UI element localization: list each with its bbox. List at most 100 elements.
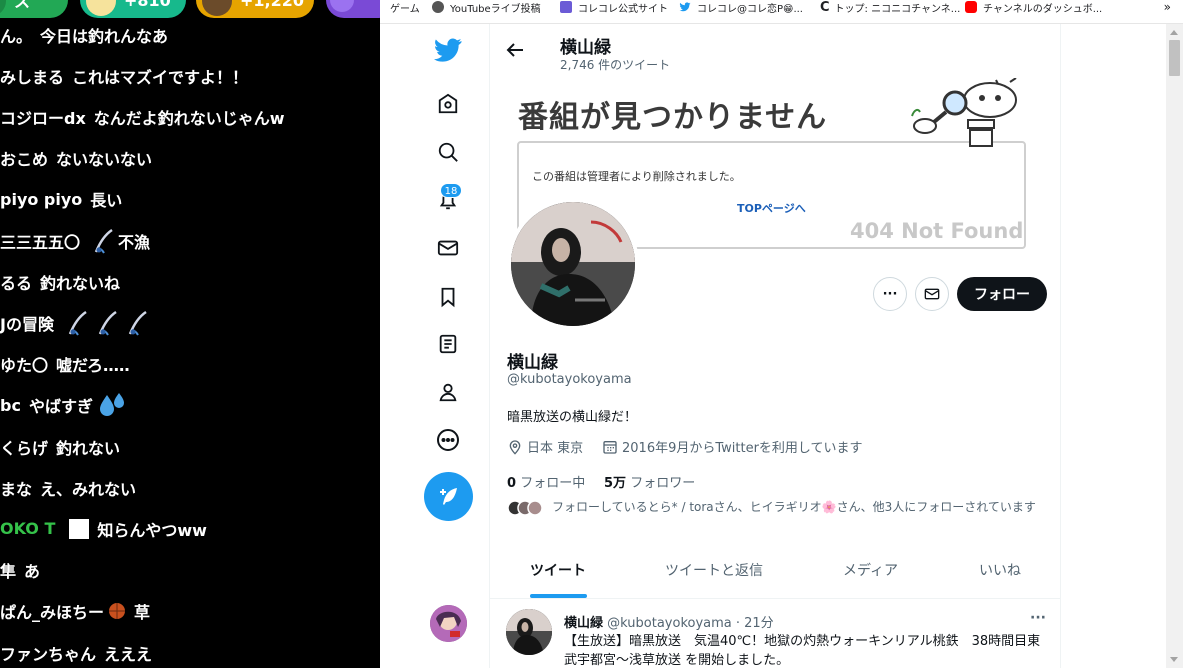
chat-username[interactable]: Jの冒険 xyxy=(0,311,54,335)
tweet-header: 横山緑 @kubotayokoyama · 21分 xyxy=(564,612,774,631)
chat-message: ゆた〇 嘘だろ…‥ xyxy=(0,344,380,385)
chat-username[interactable]: piyo piyo xyxy=(0,190,82,209)
chat-username[interactable]: ゆた〇 xyxy=(0,352,48,376)
chat-message: まな え、みれない xyxy=(0,467,380,508)
tab-likes[interactable]: いいね xyxy=(979,560,1021,580)
bookmark-item[interactable]: コレコレ@コレ恋P😁... xyxy=(679,0,803,15)
tweet-author-avatar[interactable] xyxy=(506,609,552,655)
tweet-more-button[interactable]: ··· xyxy=(1030,610,1046,626)
gift-icon xyxy=(330,0,354,12)
bookmark-label: トップ: ニコニコチャンネ... xyxy=(834,3,961,15)
chat-text: なんだよ釣れないじゃんw xyxy=(93,108,285,128)
chat-message: みしまる これはマズイですよ！！ xyxy=(0,55,380,96)
chat-username[interactable]: 三三五五〇 xyxy=(0,229,80,253)
basketball-icon xyxy=(109,603,126,620)
calendar-icon xyxy=(603,440,617,454)
chat-message: piyo piyo 長い xyxy=(0,179,380,220)
location-text: 日本 東京 xyxy=(527,441,584,456)
followers-count: 5万 xyxy=(604,476,627,491)
column-border xyxy=(1060,24,1061,668)
banner-404-text: 404 Not Found xyxy=(850,219,1024,243)
scroll-up-arrow-icon[interactable] xyxy=(1170,30,1178,35)
chat-message: Jの冒険 xyxy=(0,302,380,343)
chat-username[interactable]: bc xyxy=(0,396,21,415)
header-tweet-count: 2,746 件のツイート xyxy=(560,58,671,72)
more-circle-icon[interactable] xyxy=(434,426,462,454)
chat-username[interactable]: コジローdx xyxy=(0,105,86,129)
banner-top-link: TOPページへ xyxy=(737,202,806,215)
twitter-logo-icon[interactable] xyxy=(434,36,462,64)
chat-username[interactable]: ぱん_みほちー xyxy=(0,599,104,623)
chat-username[interactable]: みしまる xyxy=(0,64,64,88)
gift-amount: +1,220 xyxy=(240,0,305,10)
chat-text: やばすぎ xyxy=(28,397,93,417)
bookmark-item[interactable]: YouTubeライブ投稿 xyxy=(432,0,541,15)
chat-username[interactable]: 隼 xyxy=(0,558,16,582)
chat-text: え、みれない xyxy=(40,479,137,499)
following-link[interactable]: 0 フォロー中 xyxy=(507,472,585,491)
follow-button[interactable]: フォロー xyxy=(957,277,1047,311)
mail-icon xyxy=(924,288,940,300)
twitter-bird-icon xyxy=(679,2,691,12)
chat-message: おこめ ないないない xyxy=(0,138,380,179)
bookmark-label: コレコレ公式サイト xyxy=(578,3,668,15)
chat-username[interactable]: おこめ xyxy=(0,146,48,170)
message-button[interactable] xyxy=(915,277,949,311)
bookmark-label: ゲーム xyxy=(390,3,420,15)
tweet-meta: @kubotayokoyama · 21分 xyxy=(607,616,774,631)
chat-username[interactable]: まな xyxy=(0,476,32,500)
bookmark-item[interactable]: ゲーム xyxy=(390,0,420,15)
scrollbar-thumb[interactable] xyxy=(1169,40,1180,76)
messages-mail-icon[interactable] xyxy=(434,234,462,262)
bookmarks-overflow-button[interactable]: » xyxy=(1164,0,1171,14)
scroll-down-arrow-icon[interactable] xyxy=(1170,657,1178,662)
followers-label: フォロワー xyxy=(630,476,696,491)
bookmark-item[interactable]: チャンネルのダッシュボ... xyxy=(965,0,1102,15)
home-icon[interactable] xyxy=(434,90,462,118)
chat-message: 隼あ xyxy=(0,550,380,591)
tab-tweets[interactable]: ツイート xyxy=(530,560,586,580)
bookmark-label: YouTubeライブ投稿 xyxy=(450,3,541,15)
bookmark-item[interactable]: C トップ: ニコニコチャンネ... xyxy=(820,0,961,15)
page-scrollbar[interactable] xyxy=(1166,24,1183,668)
chat-message: ファンちゃん えええ xyxy=(0,632,380,668)
bookmark-label: コレコレ@コレ恋P😁... xyxy=(697,3,803,15)
gift-amount: ス xyxy=(14,0,31,11)
more-options-button[interactable]: ··· xyxy=(873,277,907,311)
chat-text: 長い xyxy=(90,191,123,211)
location-pin-icon xyxy=(509,439,521,455)
followers-link[interactable]: 5万 フォロワー xyxy=(604,472,695,491)
chat-text: 不漁 xyxy=(118,232,151,252)
chat-message: bc やばすぎ xyxy=(0,385,380,426)
tweet-author-name[interactable]: 横山緑 xyxy=(564,616,603,631)
youtube-icon xyxy=(965,1,977,13)
fishing-rod-icon xyxy=(128,310,147,336)
chat-text: 今日は釣れんなあ xyxy=(40,26,169,46)
chat-username[interactable]: るる xyxy=(0,270,32,294)
compose-tweet-button[interactable] xyxy=(424,472,473,521)
tab-tweets-replies[interactable]: ツイートと返信 xyxy=(665,560,763,580)
bookmarks-icon[interactable] xyxy=(434,283,462,311)
chat-text: 釣れない xyxy=(56,438,121,458)
profile-joined: 2016年9月からTwitterを利用しています xyxy=(602,437,863,456)
profile-avatar[interactable] xyxy=(507,198,639,330)
profile-person-icon[interactable] xyxy=(434,378,462,406)
following-label: フォロー中 xyxy=(520,476,586,491)
site-icon xyxy=(560,1,572,13)
chat-username[interactable]: OKO T xyxy=(0,519,55,538)
chat-username[interactable]: ん。 xyxy=(0,23,32,47)
chat-message: ぱん_みほちー 草 xyxy=(0,591,380,632)
lists-icon[interactable] xyxy=(434,330,462,358)
chat-text: ないないない xyxy=(56,150,153,170)
chat-text: これはマズイですよ！！ xyxy=(72,67,249,87)
explore-search-icon[interactable] xyxy=(434,138,462,166)
bookmark-item[interactable]: コレコレ公式サイト xyxy=(560,0,668,15)
chat-username[interactable]: くらげ xyxy=(0,435,48,459)
chat-message: くらげ 釣れない xyxy=(0,426,380,467)
back-arrow-icon[interactable] xyxy=(503,38,527,62)
chat-text: 知らんやつww xyxy=(97,520,207,540)
followed-by-text[interactable]: フォローしているとら* / toraさん、ヒイラギリオ🌸さん、他3人にフォローさ… xyxy=(552,500,1044,515)
chat-username[interactable]: ファンちゃん xyxy=(0,641,96,665)
account-avatar[interactable] xyxy=(430,605,467,642)
tab-media[interactable]: メディア xyxy=(843,560,898,580)
